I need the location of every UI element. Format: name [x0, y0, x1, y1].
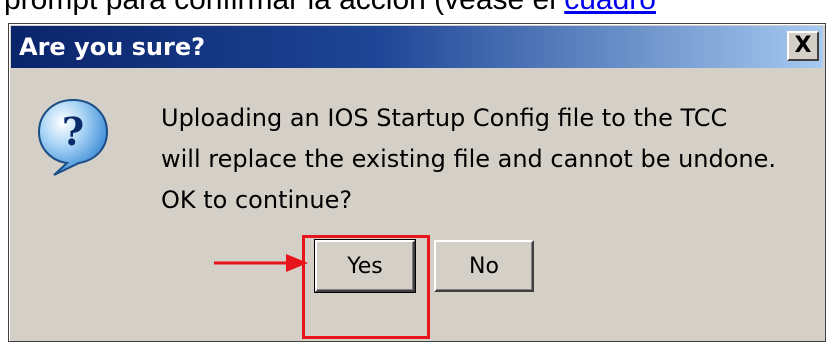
document-link[interactable]: cuadro	[564, 0, 656, 16]
confirm-dialog: Are you sure? X ? Uploading an IOS Start…	[8, 23, 826, 342]
close-button[interactable]: X	[787, 31, 819, 61]
message-line: Uploading an IOS Startup Config file to …	[161, 104, 728, 132]
svg-text:?: ?	[62, 109, 84, 154]
yes-button[interactable]: Yes	[314, 239, 416, 293]
message-line: will replace the existing file and canno…	[161, 145, 777, 173]
dialog-message: Uploading an IOS Startup Config file to …	[161, 98, 821, 221]
close-icon: X	[794, 33, 812, 58]
question-icon: ?	[37, 98, 109, 176]
dialog-title: Are you sure?	[19, 33, 206, 61]
page: prompt para confirmar la acción (véase e…	[0, 0, 831, 347]
arrow-right-icon	[214, 254, 308, 272]
no-button[interactable]: No	[434, 240, 534, 292]
document-text: prompt para confirmar la acción (véase e…	[4, 0, 656, 20]
dialog-titlebar[interactable]: Are you sure? X	[11, 26, 823, 68]
message-line: OK to continue?	[161, 186, 353, 214]
document-partial-text: prompt para confirmar la acción (véase e…	[4, 0, 564, 16]
